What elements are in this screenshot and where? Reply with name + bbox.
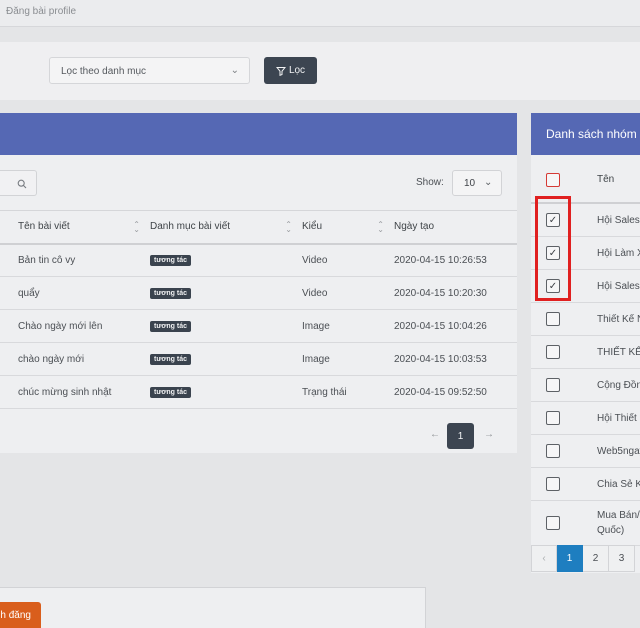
breadcrumb[interactable]: Đăng bài profile [6,6,76,17]
group-checkbox[interactable] [546,312,560,326]
post-date: 2020-04-15 10:03:53 [394,342,517,376]
category-badge: tương tác [150,321,191,332]
page-size-select[interactable]: 10 ⌄ [452,170,502,196]
category-filter-select[interactable]: Lọc theo danh mục ⌄ [49,57,250,84]
category-badge: tương tác [150,387,191,398]
search-input[interactable] [0,170,37,196]
posts-table-header: Tên bài viết ⌃ ⌄ Danh mục bài viết ⌃ ⌄ Kiểu ⌃… [0,210,517,245]
next-page-arrow[interactable]: → [484,429,494,440]
group-row[interactable]: Mua Bán/ Quốc) [531,501,640,546]
group-name: Hội Sales T [597,215,640,226]
group-row[interactable]: Cộng Đồng [531,369,640,402]
group-row[interactable]: Chia Sẻ Ki [531,468,640,501]
group-checkbox[interactable] [546,444,560,458]
prev-page-arrow[interactable]: ← [430,429,440,440]
table-row[interactable]: Bản tin cô vy tương tác Video 2020-04-15… [0,243,517,277]
group-name: Hội Sales T [597,281,640,292]
sort-icon: ⌃ ⌄ [133,220,140,234]
filter-bar: Lọc theo danh mục ⌄ Lọc [0,42,640,100]
group-name: Web5ngay [597,446,640,457]
post-type: Video [302,276,394,310]
category-badge: tương tác [150,255,191,267]
post-title: chúc mừng sinh nhật [0,375,150,409]
show-label: Show: [416,177,444,188]
post-date: 2020-04-15 10:04:26 [394,309,517,343]
post-date: 2020-04-15 10:26:53 [394,243,517,277]
page-button-2[interactable]: 2 [583,545,609,572]
posts-card-header [0,113,517,155]
group-name: Hội Làm X [597,248,640,259]
group-checkbox[interactable] [546,477,560,491]
group-row[interactable]: THIẾT KẾ [531,336,640,369]
chevron-down-icon: ⌄ [230,65,239,76]
group-checkbox[interactable] [546,378,560,392]
filter-button-label: Lọc [288,65,306,76]
column-header-category[interactable]: Danh mục bài viết ⌃ ⌄ [150,210,302,245]
group-checkbox[interactable] [546,411,560,425]
post-title: chào ngày mới [0,342,150,376]
funnel-icon [275,66,286,76]
post-type: Image [302,309,394,343]
group-row[interactable]: Web5ngay [531,435,640,468]
post-title: Chào ngày mới lên [0,309,150,343]
table-row[interactable]: chào ngày mới tương tác Image 2020-04-15… [0,342,517,376]
page-size-value: 10 [464,178,476,189]
group-checkbox[interactable] [546,345,560,359]
table-row[interactable]: quẩy tương tác Video 2020-04-15 10:20:30 [0,276,517,310]
post-type: Image [302,342,394,376]
select-all-checkbox[interactable] [546,173,560,187]
group-name: Mua Bán/ Quốc) [597,510,640,536]
group-name: Hội Thiết K [597,413,640,424]
selection-highlight-box [535,196,571,301]
group-name: Thiết Kế N [597,314,640,325]
page-button-3[interactable]: 3 [609,545,635,572]
page-button-1[interactable]: 1 [557,545,583,572]
search-icon [17,179,27,189]
chevron-down-icon: ⌄ [484,177,493,188]
posts-table: Tên bài viết ⌃ ⌄ Danh mục bài viết ⌃ ⌄ Kiểu ⌃… [0,210,517,409]
post-title: quẩy [0,276,150,310]
publish-button[interactable]: h đăng [0,602,41,628]
post-type: Video [302,243,394,277]
column-header-date[interactable]: Ngày tạo [394,210,517,245]
post-type: Trạng thái [302,375,394,409]
group-row[interactable]: Thiết Kế N [531,303,640,336]
groups-card-title: Danh sách nhóm [546,127,637,141]
group-checkbox[interactable] [546,516,560,530]
table-row[interactable]: chúc mừng sinh nhật tương tác Trạng thái… [0,375,517,409]
table-row[interactable]: Chào ngày mới lên tương tác Image 2020-0… [0,309,517,343]
groups-card: Danh sách nhóm Tên ✓ Hội Sales T ✓ Hội L… [531,113,640,573]
category-badge: tương tác [150,288,191,299]
column-header-title[interactable]: Tên bài viết ⌃ ⌄ [0,210,150,245]
bottom-panel [0,587,426,628]
category-badge: tương tác [150,354,191,365]
sort-icon: ⌃ ⌄ [377,220,384,234]
page-button-current[interactable]: 1 [447,423,474,449]
prev-page-button[interactable]: ‹ [531,545,557,572]
posts-card: Show: 10 ⌄ Tên bài viết ⌃ ⌄ Danh mục bài v… [0,113,517,453]
filter-button[interactable]: Lọc [264,57,317,84]
category-filter-value: Lọc theo danh mục [61,66,147,77]
group-name: Chia Sẻ Ki [597,479,640,490]
post-date: 2020-04-15 10:20:30 [394,276,517,310]
post-date: 2020-04-15 09:52:50 [394,375,517,409]
groups-card-header: Danh sách nhóm [531,113,640,155]
group-name: Cộng Đồng [597,380,640,391]
top-bar: Đăng bài profile [0,0,640,27]
groups-pagination: ‹ 1 2 3 [531,545,635,572]
sort-icon: ⌃ ⌄ [285,220,292,234]
column-header-name: Tên [597,174,615,185]
column-header-type[interactable]: Kiểu ⌃ ⌄ [302,210,394,245]
group-row[interactable]: Hội Thiết K [531,402,640,435]
post-title: Bản tin cô vy [0,243,150,277]
group-name: THIẾT KẾ [597,347,640,358]
